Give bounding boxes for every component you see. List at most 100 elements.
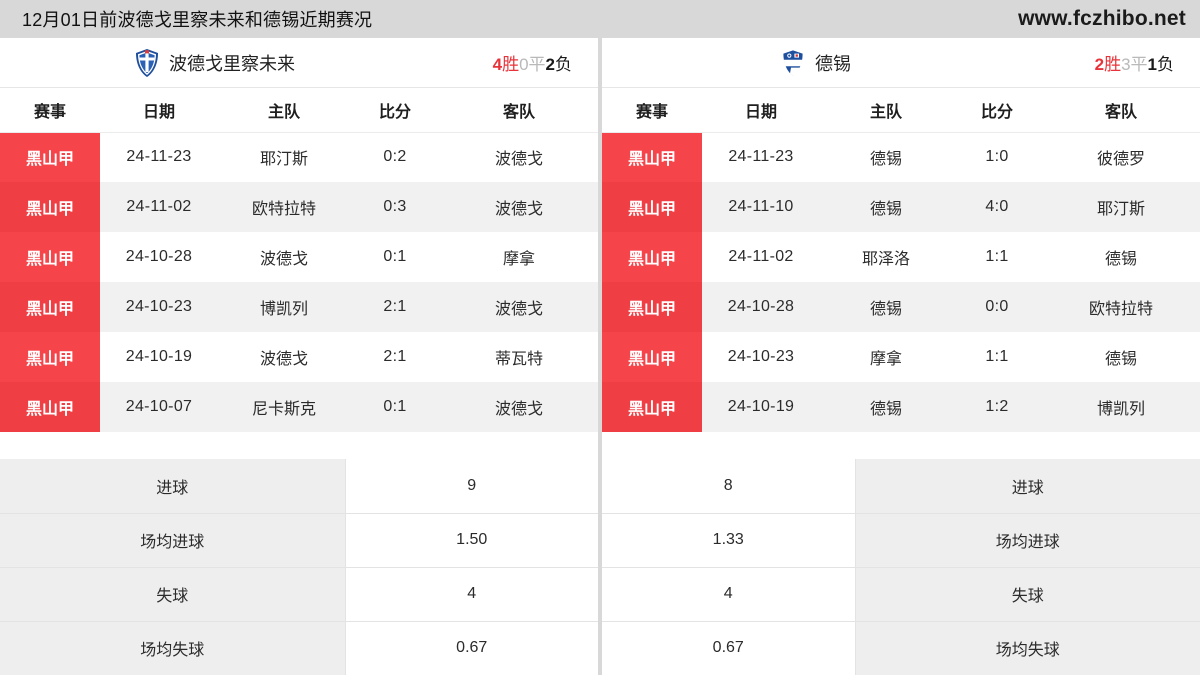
table-row[interactable]: 黑山甲 24-10-28 波德戈 0:1 摩拿 bbox=[0, 232, 598, 282]
right-team-identity: 德锡 bbox=[602, 48, 1062, 78]
home-team: 耶泽洛 bbox=[820, 232, 952, 282]
match-date: 24-11-02 bbox=[702, 232, 820, 282]
right-record-losses-label: 负 bbox=[1157, 55, 1174, 74]
away-team: 蒂瓦特 bbox=[440, 332, 598, 382]
stat-value: 1.50 bbox=[345, 513, 598, 568]
left-team-panel: 波德戈里察未来 4胜0平2负 赛事 日期 主队 比分 客队 黑山甲 24-11-… bbox=[0, 38, 598, 459]
left-team-name: 波德戈里察未来 bbox=[169, 53, 295, 74]
home-team: 德锡 bbox=[820, 132, 952, 182]
column-header-score: 比分 bbox=[350, 88, 440, 133]
away-team: 波德戈 bbox=[440, 382, 598, 432]
match-score: 1:1 bbox=[952, 332, 1042, 382]
match-date: 24-11-23 bbox=[702, 132, 820, 182]
table-row[interactable]: 黑山甲 24-11-23 德锡 1:0 彼德罗 bbox=[602, 132, 1200, 182]
column-header-league: 赛事 bbox=[0, 88, 100, 133]
title-bar: 12月01日前波德戈里察未来和德锡近期赛况 www.fczhibo.net bbox=[0, 0, 1200, 38]
match-date: 24-10-28 bbox=[702, 282, 820, 332]
league-badge: 黑山甲 bbox=[602, 232, 702, 282]
table-row[interactable]: 黑山甲 24-10-28 德锡 0:0 欧特拉特 bbox=[602, 282, 1200, 332]
stat-label: 场均进球 bbox=[855, 513, 1200, 568]
away-team: 摩拿 bbox=[440, 232, 598, 282]
stat-row: 场均失球 0.67 bbox=[0, 621, 598, 675]
table-row[interactable]: 黑山甲 24-10-23 摩拿 1:1 德锡 bbox=[602, 332, 1200, 382]
left-team-header: 波德戈里察未来 4胜0平2负 bbox=[0, 38, 598, 88]
right-matches-table: 赛事 日期 主队 比分 客队 黑山甲 24-11-23 德锡 1:0 彼德罗 黑… bbox=[602, 88, 1200, 432]
table-row[interactable]: 黑山甲 24-11-02 耶泽洛 1:1 德锡 bbox=[602, 232, 1200, 282]
column-header-away: 客队 bbox=[1042, 88, 1200, 133]
home-team: 耶汀斯 bbox=[218, 132, 350, 182]
away-team: 博凯列 bbox=[1042, 382, 1200, 432]
left-table-header-row: 赛事 日期 主队 比分 客队 bbox=[0, 88, 598, 133]
home-team: 尼卡斯克 bbox=[218, 382, 350, 432]
match-date: 24-10-23 bbox=[100, 282, 218, 332]
away-team: 波德戈 bbox=[440, 132, 598, 182]
match-date: 24-10-23 bbox=[702, 332, 820, 382]
site-watermark: www.fczhibo.net bbox=[1018, 7, 1186, 30]
stat-label: 进球 bbox=[0, 459, 346, 514]
league-badge: 黑山甲 bbox=[0, 132, 100, 182]
stat-value: 8 bbox=[602, 459, 856, 514]
stat-value: 0.67 bbox=[602, 621, 856, 675]
match-score: 1:1 bbox=[952, 232, 1042, 282]
table-row[interactable]: 黑山甲 24-10-23 博凯列 2:1 波德戈 bbox=[0, 282, 598, 332]
league-badge: 黑山甲 bbox=[0, 332, 100, 382]
stat-row: 场均进球 1.50 bbox=[0, 513, 598, 568]
match-score: 2:1 bbox=[350, 282, 440, 332]
match-score: 0:3 bbox=[350, 182, 440, 232]
right-stats-table: 8 进球 1.33 场均进球 4 失球 0.67 场均失球 bbox=[602, 459, 1200, 675]
left-record-wins: 4 bbox=[492, 55, 503, 74]
stat-value: 1.33 bbox=[602, 513, 856, 568]
match-score: 1:2 bbox=[952, 382, 1042, 432]
right-team-name: 德锡 bbox=[815, 53, 851, 74]
matches-board: 波德戈里察未来 4胜0平2负 赛事 日期 主队 比分 客队 黑山甲 24-11-… bbox=[0, 38, 1200, 459]
away-team: 欧特拉特 bbox=[1042, 282, 1200, 332]
stat-label: 场均失球 bbox=[855, 621, 1200, 675]
page-title: 12月01日前波德戈里察未来和德锡近期赛况 bbox=[22, 10, 373, 30]
match-date: 24-10-07 bbox=[100, 382, 218, 432]
stat-row: 4 失球 bbox=[602, 567, 1200, 622]
home-team: 德锡 bbox=[820, 382, 952, 432]
right-team-record: 2胜3平1负 bbox=[1095, 50, 1182, 75]
home-team: 德锡 bbox=[820, 282, 952, 332]
match-score: 0:2 bbox=[350, 132, 440, 182]
match-date: 24-10-19 bbox=[702, 382, 820, 432]
league-badge: 黑山甲 bbox=[602, 132, 702, 182]
table-row[interactable]: 黑山甲 24-11-10 德锡 4:0 耶汀斯 bbox=[602, 182, 1200, 232]
stat-label: 场均进球 bbox=[0, 513, 346, 568]
table-row[interactable]: 黑山甲 24-11-23 耶汀斯 0:2 波德戈 bbox=[0, 132, 598, 182]
left-record-draws-label: 平 bbox=[528, 55, 546, 74]
league-badge: 黑山甲 bbox=[602, 332, 702, 382]
league-badge: 黑山甲 bbox=[0, 232, 100, 282]
right-table-header-row: 赛事 日期 主队 比分 客队 bbox=[602, 88, 1200, 133]
home-team: 欧特拉特 bbox=[218, 182, 350, 232]
match-score: 2:1 bbox=[350, 332, 440, 382]
left-matches-table: 赛事 日期 主队 比分 客队 黑山甲 24-11-23 耶汀斯 0:2 波德戈 … bbox=[0, 88, 598, 432]
match-score: 0:1 bbox=[350, 232, 440, 282]
stat-label: 失球 bbox=[0, 567, 346, 622]
league-badge: 黑山甲 bbox=[0, 382, 100, 432]
stat-value: 9 bbox=[345, 459, 598, 514]
league-badge: 黑山甲 bbox=[602, 182, 702, 232]
stat-label: 进球 bbox=[855, 459, 1200, 514]
away-team: 彼德罗 bbox=[1042, 132, 1200, 182]
home-team: 摩拿 bbox=[820, 332, 952, 382]
left-stats-table: 进球 9 场均进球 1.50 失球 4 场均失球 0.67 bbox=[0, 459, 598, 675]
right-stats-panel: 8 进球 1.33 场均进球 4 失球 0.67 场均失球 bbox=[602, 459, 1200, 675]
home-team: 博凯列 bbox=[218, 282, 350, 332]
table-row[interactable]: 黑山甲 24-10-19 德锡 1:2 博凯列 bbox=[602, 382, 1200, 432]
stat-row: 进球 9 bbox=[0, 459, 598, 514]
table-row[interactable]: 黑山甲 24-11-02 欧特拉特 0:3 波德戈 bbox=[0, 182, 598, 232]
match-date: 24-11-23 bbox=[100, 132, 218, 182]
match-date: 24-11-02 bbox=[100, 182, 218, 232]
league-badge: 黑山甲 bbox=[602, 382, 702, 432]
left-stats-panel: 进球 9 场均进球 1.50 失球 4 场均失球 0.67 bbox=[0, 459, 598, 675]
match-date: 24-10-28 bbox=[100, 232, 218, 282]
right-team-header: 德锡 2胜3平1负 bbox=[602, 38, 1200, 88]
left-record-wins-label: 胜 bbox=[502, 55, 520, 74]
right-record-wins: 2 bbox=[1094, 55, 1105, 74]
home-team: 德锡 bbox=[820, 182, 952, 232]
table-row[interactable]: 黑山甲 24-10-07 尼卡斯克 0:1 波德戈 bbox=[0, 382, 598, 432]
right-team-panel: 德锡 2胜3平1负 赛事 日期 主队 比分 客队 黑山甲 24-11-23 德锡… bbox=[602, 38, 1200, 459]
table-row[interactable]: 黑山甲 24-10-19 波德戈 2:1 蒂瓦特 bbox=[0, 332, 598, 382]
home-team: 波德戈 bbox=[218, 232, 350, 282]
